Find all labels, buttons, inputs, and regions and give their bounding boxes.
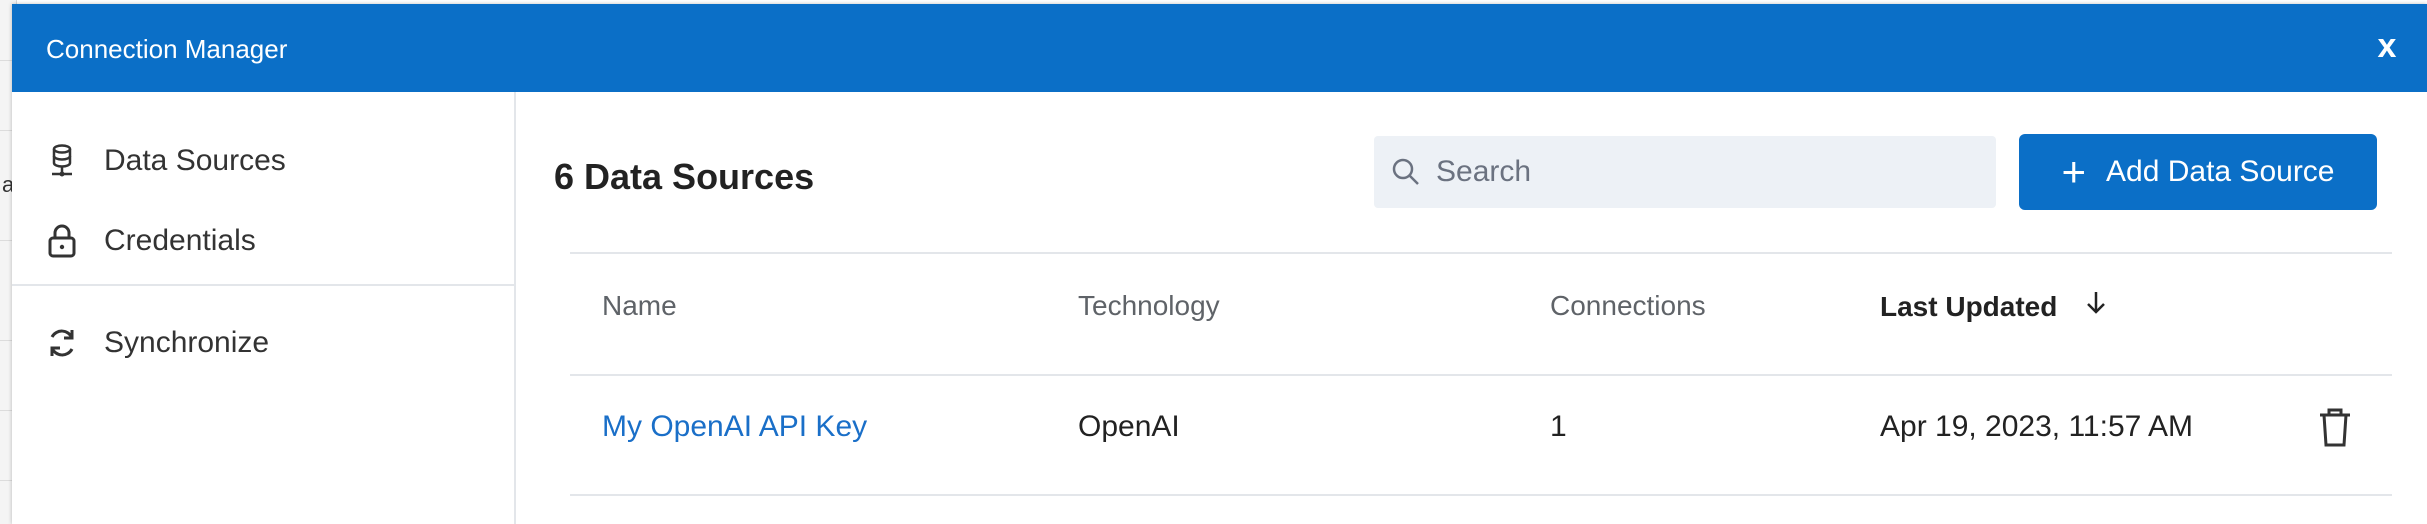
close-button[interactable]: x [2365,24,2409,68]
technology-cell: OpenAI [1078,410,1180,443]
plus-icon: + [2061,148,2087,195]
add-data-source-button[interactable]: + Add Data Source [2019,134,2377,210]
search-icon [1392,158,1419,185]
sidebar-item-credentials[interactable]: Credentials [44,216,256,266]
dialog-titlebar: Connection Manager x [12,4,2427,92]
sidebar: Data Sources Credentials Synchronize [12,92,516,524]
sync-icon [50,329,74,357]
arrow-down-icon [2087,292,2106,314]
sidebar-item-data-sources[interactable]: Data Sources [44,136,286,186]
header-divider [570,252,2392,254]
lock-icon [48,224,76,258]
dialog-title: Connection Manager [46,34,288,64]
row-divider [570,494,2392,496]
column-header-label: Last Updated [1880,291,2058,322]
sidebar-item-synchronize[interactable]: Synchronize [44,318,269,368]
connection-manager-dialog: Connection Manager x Data Sources Creden… [12,4,2427,524]
column-header-technology[interactable]: Technology [1078,290,1220,322]
connections-cell: 1 [1550,410,1567,443]
trash-icon[interactable] [2316,406,2354,448]
table-header-divider [570,374,2392,376]
search-box[interactable] [1374,136,1996,208]
data-source-name-link[interactable]: My OpenAI API Key [602,410,867,444]
search-input[interactable] [1434,154,1978,190]
last-updated-cell: Apr 19, 2023, 11:57 AM [1880,410,2193,443]
page-title: 6 Data Sources [554,156,815,197]
sidebar-item-label: Synchronize [104,326,270,359]
sidebar-divider [12,284,514,286]
sidebar-item-label: Credentials [104,224,256,257]
column-header-name[interactable]: Name [602,290,677,322]
column-header-last-updated[interactable]: Last Updated [1880,290,2107,323]
main-panel: 6 Data Sources + Add Data Source Name Te… [516,92,2427,524]
sidebar-item-label: Data Sources [104,144,286,177]
database-icon [52,144,72,177]
add-data-source-label: Add Data Source [2106,155,2335,188]
column-header-connections[interactable]: Connections [1550,290,1706,322]
